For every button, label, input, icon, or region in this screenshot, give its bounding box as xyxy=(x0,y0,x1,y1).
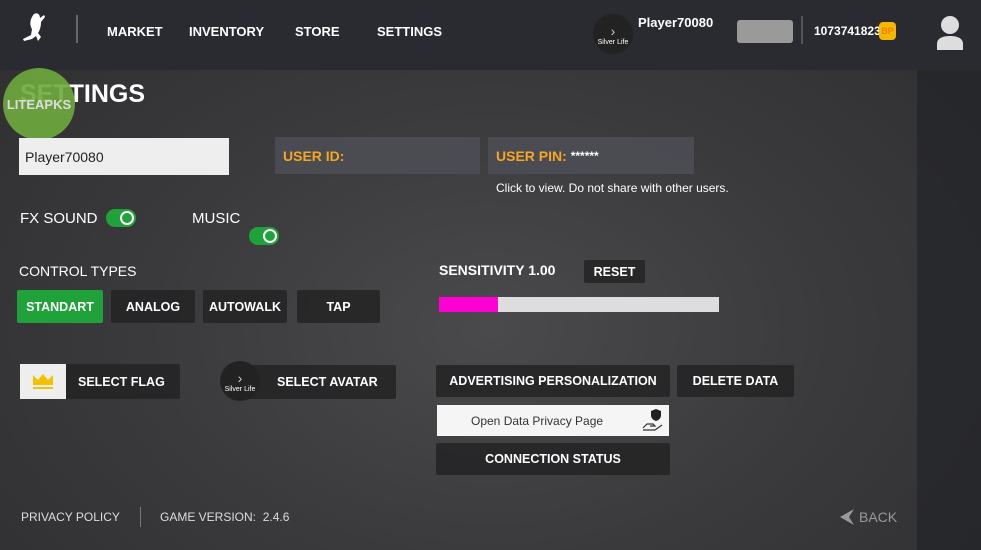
privacy-page-label: Open Data Privacy Page xyxy=(471,413,604,428)
privacy-policy-link[interactable]: PRIVACY POLICY xyxy=(21,510,120,524)
player-name: Player70080 xyxy=(638,15,714,30)
game-version: GAME VERSION: 2.4.6 xyxy=(160,510,289,524)
game-logo-icon[interactable] xyxy=(18,10,54,50)
control-tap[interactable]: TAP xyxy=(297,290,380,323)
game-version-label: GAME VERSION: xyxy=(160,510,257,524)
select-flag-label: SELECT FLAG xyxy=(78,374,165,389)
game-version-value: 2.4.6 xyxy=(262,510,290,524)
crown-icon xyxy=(20,364,66,399)
nav-market[interactable]: MARKET xyxy=(107,24,163,39)
back-label: BACK xyxy=(859,509,898,525)
user-id-label: USER ID: xyxy=(283,147,345,164)
music-label: MUSIC xyxy=(192,210,241,227)
divider xyxy=(76,15,78,43)
rank-badge: › Silver Life xyxy=(593,14,633,54)
control-autowalk[interactable]: AUTOWALK xyxy=(203,290,287,323)
nav-settings[interactable]: SETTINGS xyxy=(377,24,442,39)
chevron-icon: › xyxy=(237,369,243,386)
control-types-label: CONTROL TYPES xyxy=(19,263,137,279)
rank-badge-label: Silver Life xyxy=(597,38,629,46)
back-button[interactable]: BACK xyxy=(840,509,897,525)
avatar-badge-label: Silver Life xyxy=(224,385,256,393)
nav-store[interactable]: STORE xyxy=(295,24,340,39)
sensitivity-value: 1.00 xyxy=(528,262,556,278)
divider xyxy=(140,507,141,527)
chevron-icon: › xyxy=(610,22,616,39)
flag-image xyxy=(737,20,793,43)
delete-data-button[interactable]: DELETE DATA xyxy=(677,365,794,397)
avatar-badge: › Silver Life xyxy=(220,361,260,401)
sensitivity-fill xyxy=(439,297,498,312)
connection-status-button[interactable]: CONNECTION STATUS xyxy=(436,443,670,475)
control-standart[interactable]: STANDART xyxy=(17,290,103,323)
user-pin-label: USER PIN: xyxy=(496,147,567,164)
pin-note: Click to view. Do not share with other u… xyxy=(496,181,729,195)
right-strip xyxy=(917,0,981,550)
reset-button[interactable]: RESET xyxy=(584,260,645,283)
username-input[interactable]: Player70080 xyxy=(19,138,229,175)
music-toggle[interactable] xyxy=(249,227,279,245)
sensitivity-slider[interactable] xyxy=(439,297,719,312)
privacy-page-button[interactable]: Open Data Privacy Page xyxy=(437,405,669,436)
profile-icon[interactable] xyxy=(935,14,965,50)
select-avatar-label: SELECT AVATAR xyxy=(277,375,378,389)
currency-amount: 1073741823 xyxy=(814,24,881,38)
control-analog[interactable]: ANALOG xyxy=(111,290,195,323)
nav-inventory[interactable]: INVENTORY xyxy=(189,24,264,39)
divider xyxy=(801,16,803,44)
ad-personalization-button[interactable]: ADVERTISING PERSONALIZATION xyxy=(436,365,670,397)
back-arrow-icon xyxy=(840,509,854,525)
sensitivity-text: SENSITIVITY xyxy=(439,262,525,278)
watermark-text: LITEAPKS xyxy=(6,96,72,112)
sensitivity-label: SENSITIVITY 1.00 xyxy=(439,262,555,278)
user-pin-field[interactable]: USER PIN: ****** xyxy=(488,137,694,174)
watermark-logo: LITEAPKS xyxy=(3,68,75,140)
user-id-field[interactable]: USER ID: xyxy=(275,137,480,174)
fx-sound-toggle[interactable] xyxy=(106,209,136,227)
fx-sound-label: FX SOUND xyxy=(20,210,98,227)
shield-hand-icon xyxy=(642,409,663,431)
currency-icon: BP xyxy=(879,22,896,40)
user-pin-value: ****** xyxy=(570,148,599,163)
select-flag-button[interactable]: SELECT FLAG xyxy=(20,364,180,399)
